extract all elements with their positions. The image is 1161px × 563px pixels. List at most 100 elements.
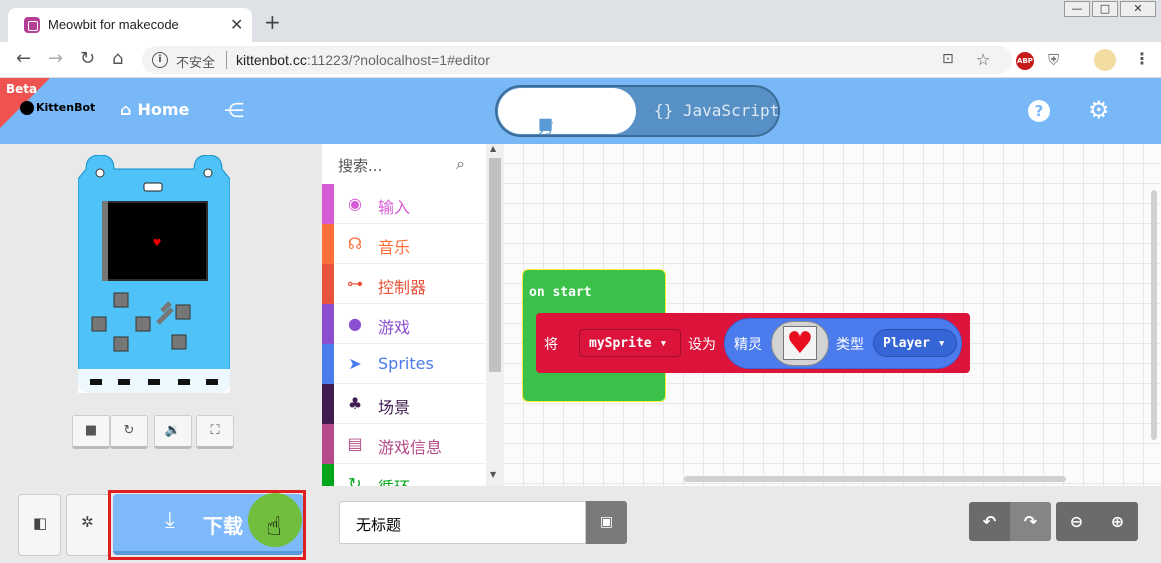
debug-button[interactable]: ✲ bbox=[66, 494, 111, 556]
floppy-disk-icon: ▣ bbox=[599, 514, 614, 530]
info-icon[interactable]: i bbox=[152, 52, 168, 68]
toolbox-category[interactable]: ⊶ 控制器 bbox=[322, 264, 486, 304]
back-icon[interactable]: ← bbox=[16, 50, 31, 68]
collapse-simulator-button[interactable]: ◧ bbox=[18, 494, 61, 556]
svg-text:♥: ♥ bbox=[153, 238, 162, 249]
category-color-bar bbox=[322, 224, 334, 264]
meowbit-simulator[interactable]: ♥ bbox=[78, 155, 230, 393]
search-icon[interactable]: ⌕ bbox=[456, 154, 465, 174]
download-label: 下载 bbox=[203, 514, 243, 538]
maximize-button[interactable]: □ bbox=[1092, 1, 1118, 17]
category-label: 游戏 bbox=[378, 318, 411, 337]
tree-icon: ♣ bbox=[347, 394, 363, 413]
zoom-out-icon: ⊖ bbox=[1069, 512, 1084, 531]
mute-button[interactable]: 🔉 bbox=[154, 415, 192, 449]
toolbox-category[interactable]: ☊ 音乐 bbox=[322, 224, 486, 264]
toolbox-gutter bbox=[308, 144, 322, 486]
category-label: Sprites bbox=[378, 354, 434, 373]
close-window-button[interactable]: ✕ bbox=[1120, 1, 1156, 17]
home-icon[interactable]: ⌂ bbox=[112, 50, 123, 68]
kittenbot-logo[interactable]: KittenBot bbox=[20, 101, 95, 115]
toolbox-category[interactable]: ♣ 场景 bbox=[322, 384, 486, 424]
zoom-in-button[interactable]: ⊕ bbox=[1097, 502, 1138, 541]
tab-close-icon[interactable]: ✕ bbox=[230, 15, 243, 34]
download-icon: ⤓ bbox=[165, 508, 175, 533]
redo-button[interactable]: ↷ bbox=[1010, 502, 1051, 541]
bookmark-star-icon[interactable]: ☆ bbox=[976, 50, 990, 69]
redo-icon: ↷ bbox=[1023, 512, 1038, 531]
category-color-bar bbox=[322, 344, 334, 384]
category-color-bar bbox=[322, 424, 334, 464]
set-label: 将 bbox=[544, 337, 558, 353]
adblock-icon[interactable]: ABP bbox=[1016, 52, 1034, 70]
translate-icon[interactable]: ⊡ bbox=[942, 51, 954, 67]
profile-avatar[interactable] bbox=[1094, 49, 1116, 71]
id-card-icon: ▤ bbox=[347, 434, 363, 453]
category-label: 输入 bbox=[378, 198, 411, 217]
fullscreen-button[interactable]: ⛶ bbox=[196, 415, 234, 449]
on-start-label: on start bbox=[529, 285, 592, 300]
browser-tab[interactable]: Meowbit for makecode ✕ bbox=[8, 8, 252, 42]
toolbox-scrollbar[interactable]: ▲ ▼ bbox=[486, 144, 504, 486]
minimize-button[interactable]: — bbox=[1064, 1, 1090, 17]
search-input[interactable]: 搜索... bbox=[338, 155, 382, 176]
save-button[interactable]: ▣ bbox=[586, 501, 627, 544]
kind-value: Player bbox=[883, 336, 930, 351]
variable-dropdown[interactable]: mySprite ▾ bbox=[579, 329, 681, 357]
toolbox-category[interactable]: ● 游戏 bbox=[322, 304, 486, 344]
bug-icon: ✲ bbox=[81, 513, 94, 531]
toolbox-category[interactable]: ▤ 游戏信息 bbox=[322, 424, 486, 464]
url-text[interactable]: kittenbot.cc:11223/?nolocalhost=1#editor bbox=[236, 52, 490, 68]
gamepad-icon: ⊶ bbox=[347, 274, 363, 293]
gear-icon[interactable]: ⚙ bbox=[1088, 96, 1110, 124]
category-label: 游戏信息 bbox=[378, 438, 443, 457]
variable-name: mySprite bbox=[589, 336, 652, 351]
toolbox-category[interactable]: ➤ Sprites bbox=[322, 344, 486, 384]
makecode-favicon-icon bbox=[24, 17, 40, 33]
forward-icon[interactable]: → bbox=[48, 50, 63, 68]
scroll-down-icon[interactable]: ▼ bbox=[490, 470, 496, 479]
kind-label: 类型 bbox=[836, 337, 864, 353]
restart-button[interactable]: ↻ bbox=[110, 415, 148, 449]
undo-icon: ↶ bbox=[982, 512, 997, 531]
toolbox-search[interactable]: 搜索... ⌕ bbox=[322, 144, 488, 184]
category-color-bar bbox=[322, 304, 334, 344]
workspace-hscrollbar[interactable] bbox=[684, 476, 1066, 482]
home-button[interactable]: ⌂ Home bbox=[120, 100, 189, 119]
extension-shield-icon[interactable]: ⛨ bbox=[1048, 51, 1059, 69]
blocks-tab[interactable]: ■ 方块 bbox=[498, 88, 636, 161]
beta-label: Beta bbox=[6, 82, 38, 96]
new-tab-button[interactable]: + bbox=[264, 12, 281, 32]
menu-kebab-icon[interactable]: ⋮ bbox=[1134, 49, 1150, 68]
dropdown-caret-icon: ▾ bbox=[937, 336, 946, 351]
category-color-bar bbox=[322, 184, 334, 224]
javascript-tab[interactable]: {} JavaScript bbox=[654, 101, 779, 120]
workspace-vscrollbar[interactable] bbox=[1151, 190, 1157, 440]
home-icon: ⌂ bbox=[120, 100, 132, 119]
reload-icon[interactable]: ↻ bbox=[80, 50, 95, 68]
input-icon: ◉ bbox=[348, 194, 362, 213]
undo-button[interactable]: ↶ bbox=[969, 502, 1010, 541]
category-label: 控制器 bbox=[378, 278, 427, 297]
share-icon[interactable]: ⋲ bbox=[224, 98, 244, 122]
dropdown-caret-icon: ▾ bbox=[659, 336, 668, 351]
browser-toolbar: ← → ↻ ⌂ i 不安全 kittenbot.cc:11223/?noloca… bbox=[0, 42, 1161, 78]
category-color-bar bbox=[322, 384, 334, 424]
kind-dropdown[interactable]: Player ▾ bbox=[873, 329, 957, 357]
address-bar[interactable]: i 不安全 kittenbot.cc:11223/?nolocalhost=1#… bbox=[142, 46, 1012, 74]
url-host: kittenbot.cc bbox=[236, 52, 307, 68]
zoom-in-icon: ⊕ bbox=[1110, 512, 1125, 531]
toolbox-category[interactable]: ◉ 输入 bbox=[322, 184, 486, 224]
help-icon[interactable]: ? bbox=[1028, 100, 1050, 122]
stop-button[interactable]: ■ bbox=[72, 415, 110, 449]
project-name-input[interactable]: 无标题 bbox=[339, 501, 586, 544]
scrollbar-thumb[interactable] bbox=[489, 158, 501, 372]
zoom-out-button[interactable]: ⊖ bbox=[1056, 502, 1097, 541]
headphones-icon: ☊ bbox=[347, 234, 363, 253]
set-to-label: 设为 bbox=[688, 337, 716, 353]
sprite-label: 精灵 bbox=[734, 337, 762, 353]
scroll-up-icon[interactable]: ▲ bbox=[490, 144, 496, 153]
category-label: 场景 bbox=[378, 398, 411, 417]
paper-plane-icon: ➤ bbox=[348, 354, 362, 373]
security-label: 不安全 bbox=[176, 56, 216, 71]
